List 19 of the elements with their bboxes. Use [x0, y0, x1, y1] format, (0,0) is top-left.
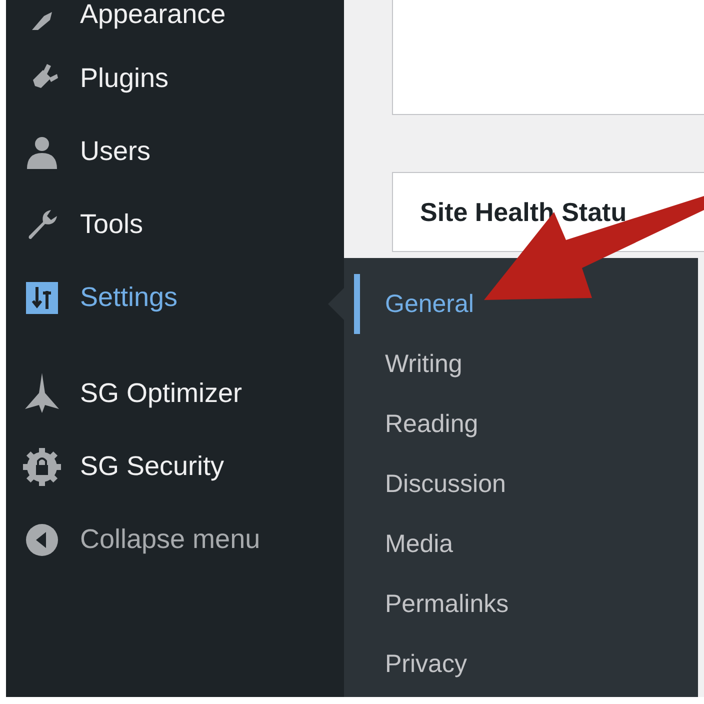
- submenu-item[interactable]: Discussion: [354, 454, 698, 514]
- menu-item[interactable]: Plugins: [22, 42, 344, 115]
- submenu-item[interactable]: Media: [354, 514, 698, 574]
- menu-item[interactable]: Settings: [22, 261, 344, 334]
- user-icon: [25, 134, 59, 168]
- submenu-item[interactable]: Reading: [354, 394, 698, 454]
- menu-item[interactable]: Tools: [22, 188, 344, 261]
- menu-item[interactable]: Appearance: [22, 0, 344, 30]
- gear-lock-icon: [22, 446, 62, 486]
- menu-item[interactable]: SG Security: [22, 430, 344, 503]
- submenu-item[interactable]: Privacy: [354, 634, 698, 694]
- menu-item[interactable]: Users: [22, 115, 344, 188]
- submenu-item[interactable]: Writing: [354, 334, 698, 394]
- menu-item[interactable]: SG Optimizer: [22, 356, 344, 430]
- collapse-menu-button[interactable]: Collapse menu: [22, 503, 344, 576]
- submenu-item[interactable]: Permalinks: [354, 574, 698, 634]
- sliders-icon: [25, 280, 59, 314]
- brush-icon: [32, 12, 52, 30]
- card-title: Site Health Statu: [420, 196, 627, 228]
